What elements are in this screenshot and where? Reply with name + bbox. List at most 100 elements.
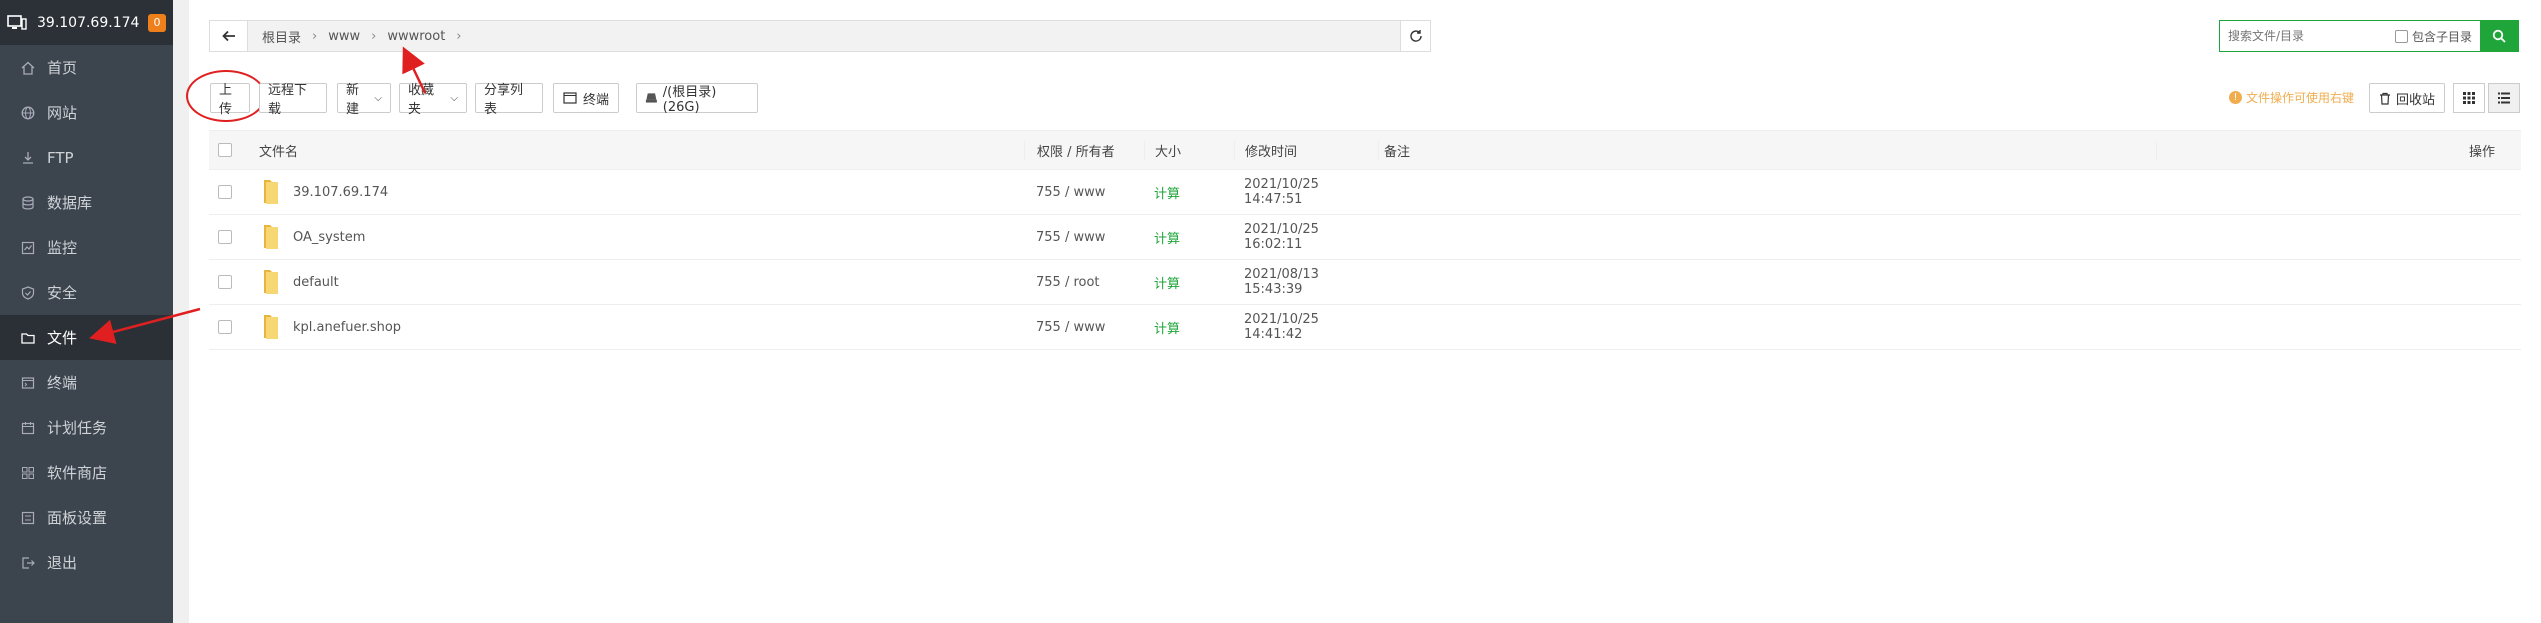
sidebar-item-cron[interactable]: 计划任务 (0, 405, 173, 450)
search-input[interactable] (2220, 21, 2395, 51)
file-perm[interactable]: 755 / www (1024, 230, 1144, 245)
header-size[interactable]: 大小 (1144, 140, 1234, 160)
sidebar-item-ftp[interactable]: FTP (0, 135, 173, 180)
row-checkbox[interactable] (218, 230, 232, 244)
folder-icon (261, 269, 281, 295)
chevron-right-icon: › (312, 28, 318, 44)
notification-badge[interactable]: 0 (148, 13, 166, 32)
header-note: 备注 (1378, 140, 2156, 160)
server-ip: 39.107.69.174 (37, 14, 140, 31)
sidebar-item-store[interactable]: 软件商店 (0, 450, 173, 495)
share-list-button[interactable]: 分享列表 (475, 83, 543, 117)
terminal-icon (563, 92, 577, 104)
refresh-button[interactable] (1400, 21, 1430, 51)
logout-icon (20, 555, 36, 571)
monitor-icon (20, 240, 36, 256)
recycle-bin-button[interactable]: 回收站 (2369, 83, 2445, 113)
terminal-label: 终端 (582, 92, 609, 108)
row-checkbox[interactable] (218, 320, 232, 334)
sidebar-item-monitor[interactable]: 监控 (0, 225, 173, 270)
file-size-calc[interactable]: 计算 (1144, 228, 1234, 247)
remote-download-label: 远程下载 (268, 83, 308, 117)
breadcrumb-item[interactable]: wwwroot (387, 29, 445, 44)
share-list-label: 分享列表 (484, 83, 524, 117)
table-row[interactable]: default 755 / root 计算 2021/08/13 15:43:3… (209, 260, 2521, 305)
file-table: 文件名 权限 / 所有者 大小 修改时间 备注 操作 39.107.69.174… (209, 130, 2521, 350)
sidebar-item-website[interactable]: 网站 (0, 90, 173, 135)
ftp-icon (20, 150, 36, 166)
select-all-checkbox[interactable] (218, 143, 232, 157)
home-icon (20, 60, 36, 76)
monitor-icon (7, 14, 29, 31)
row-checkbox[interactable] (218, 185, 232, 199)
new-dropdown[interactable]: 新建 ⌵ (337, 83, 391, 117)
file-size-calc[interactable]: 计算 (1144, 183, 1234, 202)
file-perm[interactable]: 755 / root (1024, 275, 1144, 290)
breadcrumb-item[interactable]: www (328, 29, 360, 44)
recycle-label: 回收站 (2395, 92, 2435, 108)
file-name[interactable]: kpl.anefuer.shop (293, 320, 401, 335)
folder-icon (261, 314, 281, 340)
info-icon: ! (2229, 91, 2242, 104)
search-box: 包含子目录 (2219, 20, 2519, 52)
favorites-label: 收藏夹 (408, 83, 435, 117)
table-row[interactable]: OA_system 755 / www 计算 2021/10/25 16:02:… (209, 215, 2521, 260)
sidebar-item-logout[interactable]: 退出 (0, 540, 173, 585)
chevron-down-icon: ⌵ (374, 92, 382, 104)
sidebar-item-database[interactable]: 数据库 (0, 180, 173, 225)
table-row[interactable]: 39.107.69.174 755 / www 计算 2021/10/25 14… (209, 170, 2521, 215)
sidebar-item-label: 首页 (47, 59, 78, 77)
grid-icon (2463, 92, 2475, 104)
settings-icon (20, 510, 36, 526)
back-button[interactable] (210, 21, 248, 51)
folder-icon (261, 224, 281, 250)
disk-button[interactable]: /(根目录) (26G) (636, 83, 758, 115)
file-perm[interactable]: 755 / www (1024, 320, 1144, 335)
file-name[interactable]: default (293, 275, 339, 290)
sidebar-item-terminal[interactable]: 终端 (0, 360, 173, 405)
file-mtime: 2021/10/25 14:41:42 (1244, 312, 1319, 342)
folder-icon (261, 179, 281, 205)
new-label: 新建 (346, 83, 360, 117)
sidebar-item-settings[interactable]: 面板设置 (0, 495, 173, 540)
grid-view-button[interactable] (2453, 83, 2485, 113)
search-button[interactable] (2480, 21, 2518, 51)
sidebar-item-home[interactable]: 首页 (0, 45, 173, 90)
sidebar-menu: 首页 网站 FTP 数据库 监控 安全 文件 终端 计划任务 软件商店 面板设置… (0, 45, 173, 585)
search-icon (2492, 29, 2506, 43)
chevron-down-icon: ⌵ (450, 92, 458, 104)
sidebar-item-security[interactable]: 安全 (0, 270, 173, 315)
include-subdir-toggle[interactable]: 包含子目录 (2394, 21, 2480, 51)
sidebar-item-label: 监控 (47, 239, 78, 257)
include-subdir-checkbox[interactable] (2394, 29, 2408, 43)
file-size-calc[interactable]: 计算 (1144, 318, 1234, 337)
row-checkbox[interactable] (218, 275, 232, 289)
disk-icon (645, 93, 657, 103)
tip-text: 文件操作可使用右键 (2246, 91, 2355, 105)
list-icon (2498, 92, 2510, 104)
table-row[interactable]: kpl.anefuer.shop 755 / www 计算 2021/10/25… (209, 305, 2521, 350)
path-bar: 根目录 › www › wwwroot › (209, 20, 1431, 52)
remote-download-button[interactable]: 远程下载 (259, 83, 327, 117)
file-mtime: 2021/10/25 16:02:11 (1244, 222, 1319, 252)
file-name[interactable]: OA_system (293, 230, 365, 245)
refresh-icon (1409, 30, 1422, 42)
file-size-calc[interactable]: 计算 (1144, 273, 1234, 292)
terminal-button[interactable]: 终端 (553, 83, 619, 113)
file-name[interactable]: 39.107.69.174 (293, 185, 388, 200)
database-icon (20, 195, 36, 211)
header-name[interactable]: 文件名 (241, 141, 1024, 160)
header-time[interactable]: 修改时间 (1234, 140, 1378, 160)
sidebar-item-label: 终端 (47, 374, 78, 392)
sidebar-item-files[interactable]: 文件 (0, 315, 173, 360)
file-perm[interactable]: 755 / www (1024, 185, 1144, 200)
folder-icon (20, 330, 36, 346)
sidebar-item-label: 面板设置 (47, 509, 108, 527)
server-header: 39.107.69.174 0 (0, 0, 173, 45)
header-perm[interactable]: 权限 / 所有者 (1024, 140, 1144, 160)
list-view-button[interactable] (2488, 83, 2520, 113)
favorites-dropdown[interactable]: 收藏夹 ⌵ (399, 83, 467, 117)
sidebar-item-label: 文件 (47, 329, 78, 347)
disk-label: /(根目录) (26G) (662, 85, 717, 115)
breadcrumb-item[interactable]: 根目录 (262, 27, 301, 46)
